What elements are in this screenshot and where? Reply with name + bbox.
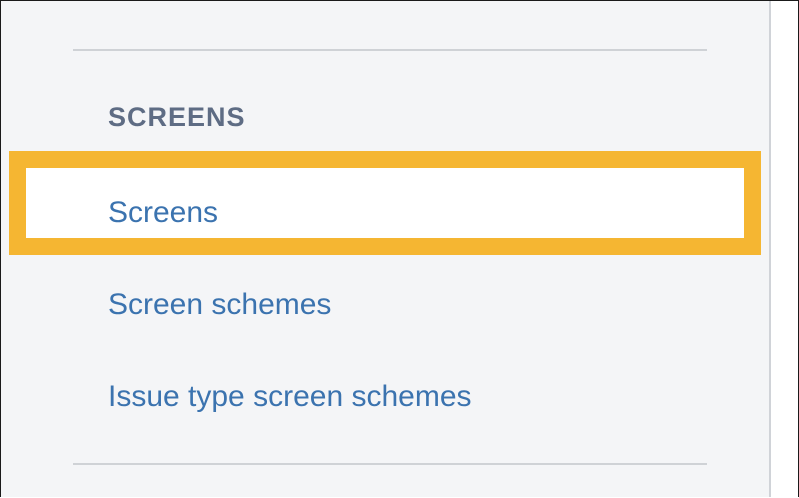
sidebar-divider-top [73, 49, 707, 51]
admin-sidebar: SCREENS Screens Screen schemes Issue typ… [1, 1, 769, 497]
sidebar-item-screen-schemes[interactable]: Screen schemes [108, 287, 331, 323]
sidebar-divider-bottom [73, 463, 707, 465]
sidebar-item-issue-type-screen-schemes[interactable]: Issue type screen schemes [108, 379, 472, 415]
section-heading-screens: SCREENS [108, 102, 246, 132]
sidebar-item-screens[interactable]: Screens [108, 195, 218, 231]
sidebar-border [769, 1, 771, 497]
screenshot-frame: SCREENS Screens Screen schemes Issue typ… [0, 0, 799, 497]
